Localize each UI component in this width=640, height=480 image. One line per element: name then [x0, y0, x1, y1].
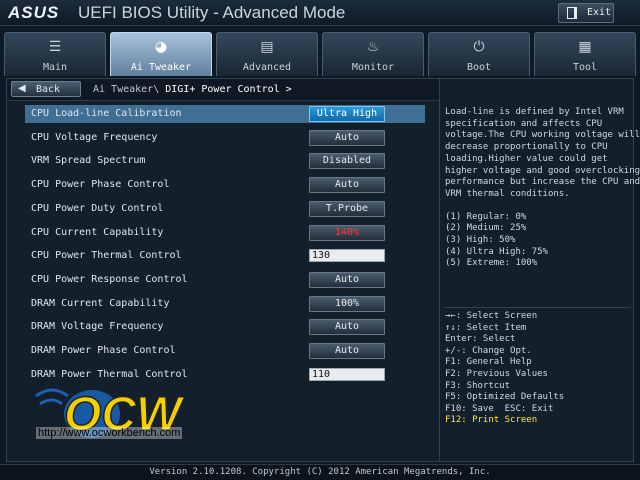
- setting-label: CPU Current Capability: [31, 226, 164, 238]
- help-level: (3) High: 50%: [445, 235, 516, 246]
- setting-cpu-power-duty-control[interactable]: CPU Power Duty Control T.Probe: [25, 200, 425, 218]
- tab-label: Ai Tweaker: [130, 62, 192, 73]
- setting-label: CPU Power Duty Control: [31, 202, 164, 214]
- setting-vrm-spread-spectrum[interactable]: VRM Spread Spectrum Disabled: [25, 152, 425, 170]
- help-line: VRM thermal conditions.: [445, 188, 570, 199]
- back-button[interactable]: ◀ Back: [11, 81, 81, 97]
- tab-label: Boot: [466, 62, 492, 73]
- back-label: Back: [36, 84, 61, 95]
- setting-value-button[interactable]: Auto: [309, 319, 385, 336]
- tool-icon: ▦: [578, 39, 592, 55]
- setting-value-button[interactable]: Auto: [309, 343, 385, 359]
- help-description: Load-line is defined by Intel VRM specif…: [445, 107, 640, 303]
- setting-cpu-current-capability[interactable]: CPU Current Capability 140%: [25, 224, 425, 242]
- setting-value-button[interactable]: 100%: [309, 295, 385, 312]
- asus-logo: ASUS: [8, 3, 60, 22]
- monitor-icon: ♨: [366, 39, 380, 55]
- help-line: voltage.The CPU working voltage will: [445, 130, 640, 141]
- help-line: higher voltage and good overclocking: [445, 165, 640, 176]
- footer-copyright: Version 2.10.1208. Copyright (C) 2012 Am…: [0, 464, 640, 480]
- setting-cpu-power-thermal-control[interactable]: CPU Power Thermal Control 130: [25, 247, 425, 265]
- settings-list: CPU Load-line Calibration Ultra High CPU…: [25, 105, 429, 405]
- help-line: decrease proportionally to CPU: [445, 142, 608, 153]
- tab-label: Tool: [572, 62, 598, 73]
- help-line: specification and affects CPU: [445, 118, 603, 129]
- setting-label: CPU Load-line Calibration: [31, 108, 182, 119]
- help-level: (2) Medium: 25%: [445, 223, 527, 234]
- setting-dram-power-phase-control[interactable]: DRAM Power Phase Control Auto: [25, 342, 425, 360]
- tab-label: Monitor: [351, 62, 395, 73]
- setting-cpu-load-line-calibration[interactable]: CPU Load-line Calibration Ultra High: [25, 105, 425, 123]
- tab-advanced[interactable]: ▤ Advanced: [216, 32, 318, 76]
- key-hint: F3: Shortcut: [445, 380, 511, 391]
- help-level: (4) Ultra High: 75%: [445, 246, 548, 257]
- setting-label: DRAM Current Capability: [31, 297, 170, 309]
- help-level: (5) Extreme: 100%: [445, 258, 538, 269]
- setting-label: CPU Power Phase Control: [31, 179, 170, 191]
- setting-dram-current-capability[interactable]: DRAM Current Capability 100%: [25, 295, 425, 313]
- help-spacer: [445, 201, 631, 212]
- key-hint: ↑↓: Select Item: [445, 322, 527, 333]
- breadcrumb-parent[interactable]: Ai Tweaker\: [93, 84, 159, 95]
- breadcrumb: Ai Tweaker\ DIGI+ Power Control >: [93, 84, 292, 95]
- list-icon: ☰: [48, 39, 62, 55]
- tab-ai-tweaker[interactable]: ◕ Ai Tweaker: [110, 32, 212, 76]
- tab-label: Advanced: [242, 62, 292, 73]
- breadcrumb-current: DIGI+ Power Control >: [165, 84, 292, 95]
- key-hint: F2: Previous Values: [445, 368, 548, 379]
- setting-dram-voltage-frequency[interactable]: DRAM Voltage Frequency Auto: [25, 318, 425, 336]
- key-hint: F5: Optimized Defaults: [445, 392, 565, 403]
- watermark-url: http://www.ocworkbench.com: [36, 427, 183, 439]
- key-hint-print-screen: F12: Print Screen: [445, 415, 538, 426]
- setting-label: DRAM Power Thermal Control: [31, 368, 188, 380]
- setting-value-button[interactable]: Auto: [309, 177, 385, 194]
- setting-value-button[interactable]: Disabled: [309, 153, 385, 170]
- tab-main[interactable]: ☰ Main: [4, 32, 106, 76]
- setting-label: DRAM Voltage Frequency: [31, 321, 164, 333]
- setting-cpu-power-response-control[interactable]: CPU Power Response Control Auto: [25, 271, 425, 289]
- key-hint: F1: General Help: [445, 357, 532, 368]
- setting-value-input[interactable]: 130: [309, 249, 385, 263]
- tab-label: Main: [42, 62, 68, 73]
- setting-value-button[interactable]: Ultra High: [309, 106, 385, 122]
- tab-tool[interactable]: ▦ Tool: [534, 32, 636, 76]
- setting-cpu-voltage-frequency[interactable]: CPU Voltage Frequency Auto: [25, 129, 425, 147]
- title-bar: ASUS UEFI BIOS Utility - Advanced Mode E…: [0, 0, 640, 26]
- main-tabs: ☰ Main ◕ Ai Tweaker ▤ Advanced ♨ Monitor…: [0, 28, 640, 76]
- setting-cpu-power-phase-control[interactable]: CPU Power Phase Control Auto: [25, 176, 425, 194]
- setting-label: CPU Voltage Frequency: [31, 131, 158, 143]
- setting-label: VRM Spread Spectrum: [31, 155, 146, 167]
- help-level: (1) Regular: 0%: [445, 211, 527, 222]
- exit-label: Exit: [587, 7, 612, 18]
- app-title: UEFI BIOS Utility - Advanced Mode: [78, 3, 346, 22]
- key-hint: F10: Save ESC: Exit: [445, 403, 554, 414]
- key-hint: Enter: Select: [445, 334, 516, 345]
- setting-label: CPU Power Response Control: [31, 273, 188, 285]
- tweaker-icon: ◕: [154, 39, 168, 55]
- watermark-wave: [39, 398, 63, 406]
- key-hint: +/-: Change Opt.: [445, 345, 532, 356]
- setting-dram-power-thermal-control[interactable]: DRAM Power Thermal Control 110: [25, 366, 425, 384]
- setting-value-button[interactable]: Auto: [309, 271, 385, 288]
- tab-monitor[interactable]: ♨ Monitor: [322, 32, 424, 76]
- setting-value-button[interactable]: Auto: [309, 129, 385, 146]
- help-line: Load-line is defined by Intel VRM: [445, 107, 624, 117]
- nav-bar: ◀ Back Ai Tweaker\ DIGI+ Power Control >: [7, 79, 439, 101]
- key-legend: →←: Select Screen ↑↓: Select Item Enter:…: [445, 307, 631, 457]
- tab-boot[interactable]: ⏻ Boot: [428, 32, 530, 76]
- back-arrow-icon: ◀: [18, 83, 26, 94]
- exit-button[interactable]: Exit: [558, 3, 614, 23]
- key-hint: →←: Select Screen: [445, 311, 538, 321]
- setting-value-button[interactable]: T.Probe: [309, 200, 385, 217]
- setting-label: CPU Power Thermal Control: [31, 250, 182, 262]
- setting-value-input[interactable]: 110: [309, 367, 385, 381]
- advanced-icon: ▤: [260, 39, 274, 55]
- exit-icon: [567, 7, 577, 19]
- panel-divider: [439, 79, 440, 461]
- power-icon: ⏻: [473, 39, 485, 55]
- help-line: performance but increase the CPU and: [445, 177, 640, 188]
- setting-value-button[interactable]: 140%: [309, 224, 385, 241]
- setting-label: DRAM Power Phase Control: [31, 345, 176, 356]
- help-line: loading.Higher value could get: [445, 153, 608, 164]
